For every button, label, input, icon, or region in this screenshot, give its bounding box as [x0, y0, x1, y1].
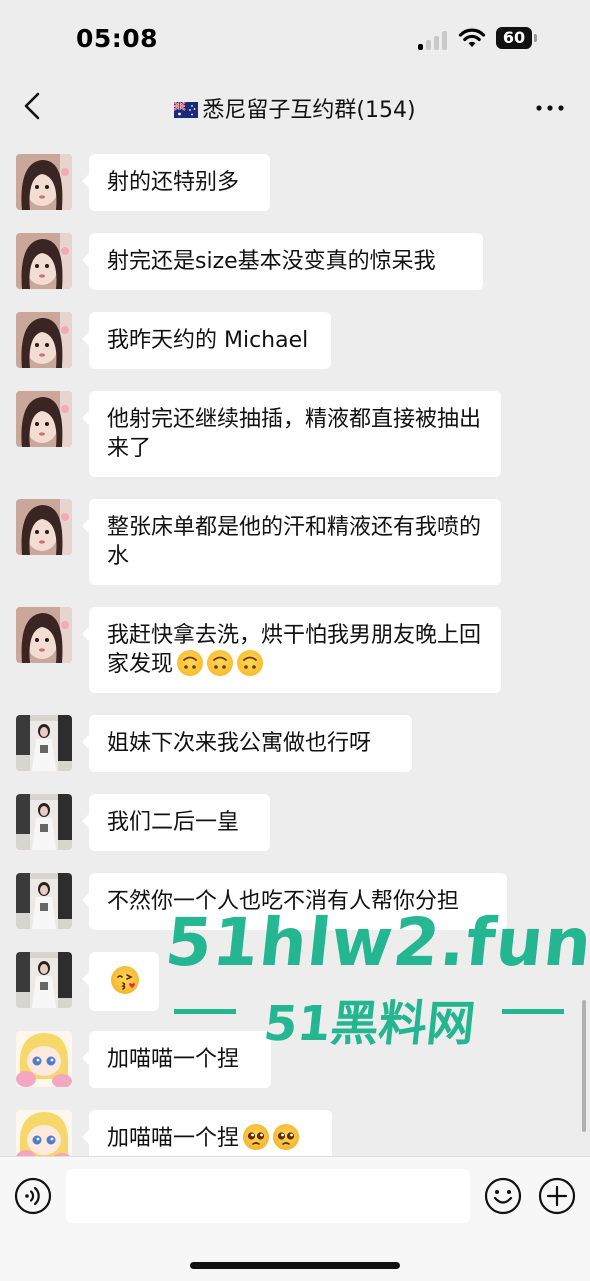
- message-bubble[interactable]: 加喵喵一个捏: [82, 1110, 332, 1156]
- avatar-c[interactable]: [16, 1110, 72, 1156]
- message-text: 不然你一个人也吃不消有人帮你分担: [107, 889, 460, 914]
- battery-indicator: 60: [496, 27, 532, 49]
- pleading-face-icon: [273, 1124, 300, 1150]
- message-bubble[interactable]: 不然你一个人也吃不消有人帮你分担: [82, 873, 507, 930]
- avatar-b[interactable]: [16, 873, 72, 929]
- message-bubble[interactable]: 加喵喵一个捏: [82, 1031, 271, 1088]
- message-text: 射完还是size基本没变真的惊呆我: [107, 249, 436, 274]
- chat-title-row: 悉尼留子互约群(154): [0, 92, 590, 124]
- message-text: 我们二后一皇: [107, 810, 240, 835]
- message-text: 他射完还继续抽插，精液都直接被抽出来了: [107, 407, 482, 461]
- message-bubble[interactable]: 我赶快拿去洗，烘干怕我男朋友晚上回家发现: [82, 607, 501, 693]
- message-text: 加喵喵一个捏: [107, 1126, 240, 1151]
- chat-title: 悉尼留子互约群(154): [202, 98, 416, 123]
- home-indicator: [190, 1262, 400, 1269]
- avatar-b[interactable]: [16, 794, 72, 850]
- chat-header: 悉尼留子互约群(154): [0, 80, 590, 136]
- upside-down-face-icon: [207, 650, 234, 676]
- message-bubble[interactable]: 我们二后一皇: [82, 794, 270, 851]
- emoji-group: [107, 966, 139, 995]
- message-bubble[interactable]: 姐妹下次来我公寓做也行呀: [82, 715, 412, 772]
- message-text: 姐妹下次来我公寓做也行呀: [107, 731, 372, 756]
- avatar-a[interactable]: [16, 499, 72, 555]
- message-text: 整张床单都是他的汗和精液还有我喷的水: [107, 515, 482, 569]
- message-bubble[interactable]: [82, 952, 159, 1011]
- avatar-a[interactable]: [16, 154, 72, 210]
- more-dots-icon[interactable]: [530, 94, 570, 122]
- message-bubble[interactable]: 整张床单都是他的汗和精液还有我喷的水: [82, 499, 501, 585]
- message-text: 我赶快拿去洗，烘干怕我男朋友晚上回家发现: [107, 623, 482, 677]
- avatar-b[interactable]: [16, 715, 72, 771]
- message-text: 射的还特别多: [107, 170, 240, 195]
- message-bubble[interactable]: 射的还特别多: [82, 154, 270, 211]
- status-bar: 05:08 60: [0, 0, 590, 80]
- emoji-group: [173, 650, 264, 677]
- avatar-a[interactable]: [16, 312, 72, 368]
- voice-icon[interactable]: [14, 1177, 52, 1215]
- upside-down-face-icon: [237, 650, 264, 676]
- avatar-c[interactable]: [16, 1031, 72, 1087]
- battery-tip: [534, 34, 537, 42]
- upside-down-face-icon: [177, 650, 204, 676]
- avatar-a[interactable]: [16, 391, 72, 447]
- kissing-heart-face-icon: [111, 966, 139, 994]
- message-bubble[interactable]: 他射完还继续抽插，精液都直接被抽出来了: [82, 391, 501, 477]
- australia-flag-icon: [174, 102, 199, 118]
- plus-circle-icon[interactable]: [538, 1177, 576, 1215]
- message-input[interactable]: [66, 1169, 470, 1223]
- status-time: 05:08: [76, 24, 159, 53]
- message-bubble[interactable]: 我昨天约的 Michael: [82, 312, 331, 369]
- pleading-face-icon: [243, 1124, 270, 1150]
- emoji-group: [239, 1124, 300, 1151]
- message-list[interactable]: 射的还特别多 射完还是size基本没变真的惊呆我 我昨天约的 Michael 他…: [0, 136, 590, 1156]
- cellular-signal-icon: [418, 30, 450, 50]
- smiley-icon[interactable]: [484, 1177, 522, 1215]
- avatar-b[interactable]: [16, 952, 72, 1008]
- avatar-a[interactable]: [16, 607, 72, 663]
- message-bubble[interactable]: 射完还是size基本没变真的惊呆我: [82, 233, 483, 290]
- message-text: 我昨天约的 Michael: [107, 328, 309, 353]
- message-text: 加喵喵一个捏: [107, 1047, 240, 1072]
- scrollbar[interactable]: [582, 1000, 586, 1132]
- wifi-icon: [458, 28, 486, 47]
- avatar-a[interactable]: [16, 233, 72, 289]
